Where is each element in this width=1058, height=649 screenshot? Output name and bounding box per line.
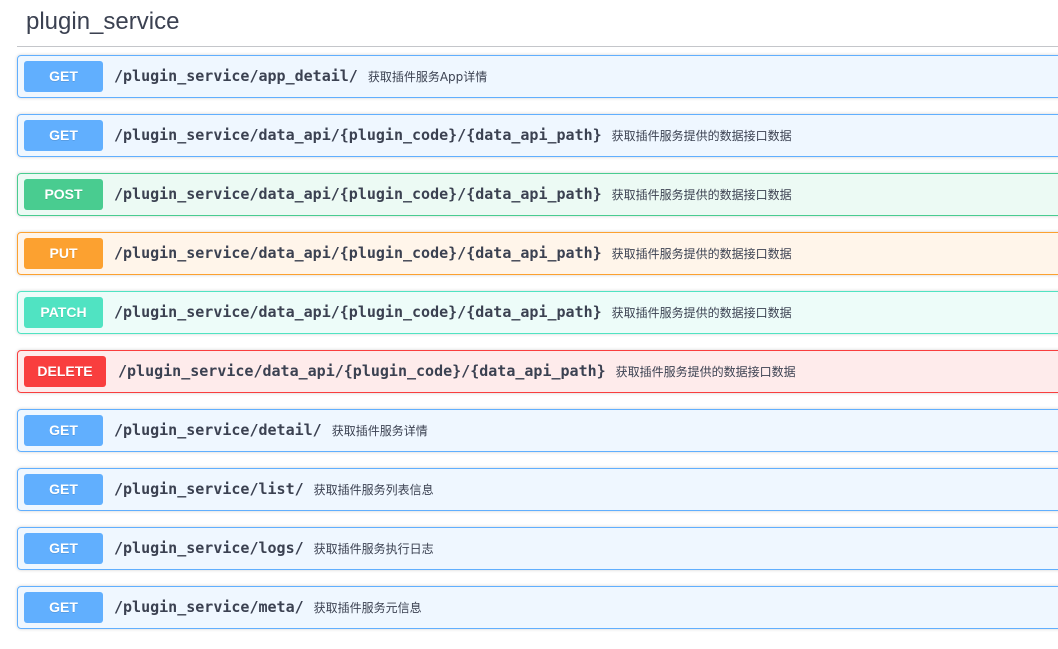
operation-summary: 获取插件服务提供的数据接口数据 [611,247,792,261]
swagger-page: plugin_service GET /plugin_service/app_d… [0,0,1058,649]
operation-summary: 获取插件服务详情 [331,424,428,438]
operation-summary: 获取插件服务列表信息 [313,483,434,497]
method-badge: GET [24,592,103,623]
path-text: /plugin_service/list/ [114,480,304,498]
operation-get-list[interactable]: GET /plugin_service/list/获取插件服务列表信息 [17,468,1058,511]
operation-get-meta[interactable]: GET /plugin_service/meta/获取插件服务元信息 [17,586,1058,629]
operation-get-detail[interactable]: GET /plugin_service/detail/获取插件服务详情 [17,409,1058,452]
operation-patch-data-api[interactable]: PATCH /plugin_service/data_api/{plugin_c… [17,291,1058,334]
operation-summary: 获取插件服务执行日志 [313,542,434,556]
operation-summary: 获取插件服务App详情 [367,70,488,84]
operations-list: GET /plugin_service/app_detail/获取插件服务App… [17,55,1058,645]
operation-get-app-detail[interactable]: GET /plugin_service/app_detail/获取插件服务App… [17,55,1058,98]
path-text: /plugin_service/meta/ [114,598,304,616]
method-badge: POST [24,179,103,210]
path-text: /plugin_service/app_detail/ [114,67,358,85]
operation-path: /plugin_service/logs/获取插件服务执行日志 [114,528,434,569]
method-badge: GET [24,415,103,446]
operation-path: /plugin_service/meta/获取插件服务元信息 [114,587,422,628]
path-text: /plugin_service/data_api/{plugin_code}/{… [114,126,602,144]
operation-path: /plugin_service/data_api/{plugin_code}/{… [114,292,792,333]
path-text: /plugin_service/detail/ [114,421,322,439]
operation-summary: 获取插件服务元信息 [313,601,422,615]
operation-summary: 获取插件服务提供的数据接口数据 [611,188,792,202]
path-text: /plugin_service/logs/ [114,539,304,557]
operation-delete-data-api[interactable]: DELETE /plugin_service/data_api/{plugin_… [17,350,1058,393]
path-text: /plugin_service/data_api/{plugin_code}/{… [114,244,602,262]
operation-summary: 获取插件服务提供的数据接口数据 [611,129,792,143]
operation-path: /plugin_service/app_detail/获取插件服务App详情 [114,56,487,97]
operation-post-data-api[interactable]: POST /plugin_service/data_api/{plugin_co… [17,173,1058,216]
operation-path: /plugin_service/detail/获取插件服务详情 [114,410,428,451]
operation-path: /plugin_service/data_api/{plugin_code}/{… [118,351,796,392]
method-badge: GET [24,474,103,505]
operation-put-data-api[interactable]: PUT /plugin_service/data_api/{plugin_cod… [17,232,1058,275]
operation-get-data-api[interactable]: GET /plugin_service/data_api/{plugin_cod… [17,114,1058,157]
operation-path: /plugin_service/data_api/{plugin_code}/{… [114,233,792,274]
method-badge: GET [24,120,103,151]
method-badge: PUT [24,238,103,269]
method-badge: PATCH [24,297,103,328]
tag-title: plugin_service [26,8,180,35]
path-text: /plugin_service/data_api/{plugin_code}/{… [118,362,606,380]
operation-path: /plugin_service/data_api/{plugin_code}/{… [114,115,792,156]
operation-get-logs[interactable]: GET /plugin_service/logs/获取插件服务执行日志 [17,527,1058,570]
path-text: /plugin_service/data_api/{plugin_code}/{… [114,303,602,321]
operation-summary: 获取插件服务提供的数据接口数据 [615,365,796,379]
operation-summary: 获取插件服务提供的数据接口数据 [611,306,792,320]
operation-path: /plugin_service/list/获取插件服务列表信息 [114,469,434,510]
operation-path: /plugin_service/data_api/{plugin_code}/{… [114,174,792,215]
path-text: /plugin_service/data_api/{plugin_code}/{… [114,185,602,203]
method-badge: GET [24,61,103,92]
tag-section-header[interactable]: plugin_service [17,0,1058,47]
method-badge: DELETE [24,356,106,387]
method-badge: GET [24,533,103,564]
